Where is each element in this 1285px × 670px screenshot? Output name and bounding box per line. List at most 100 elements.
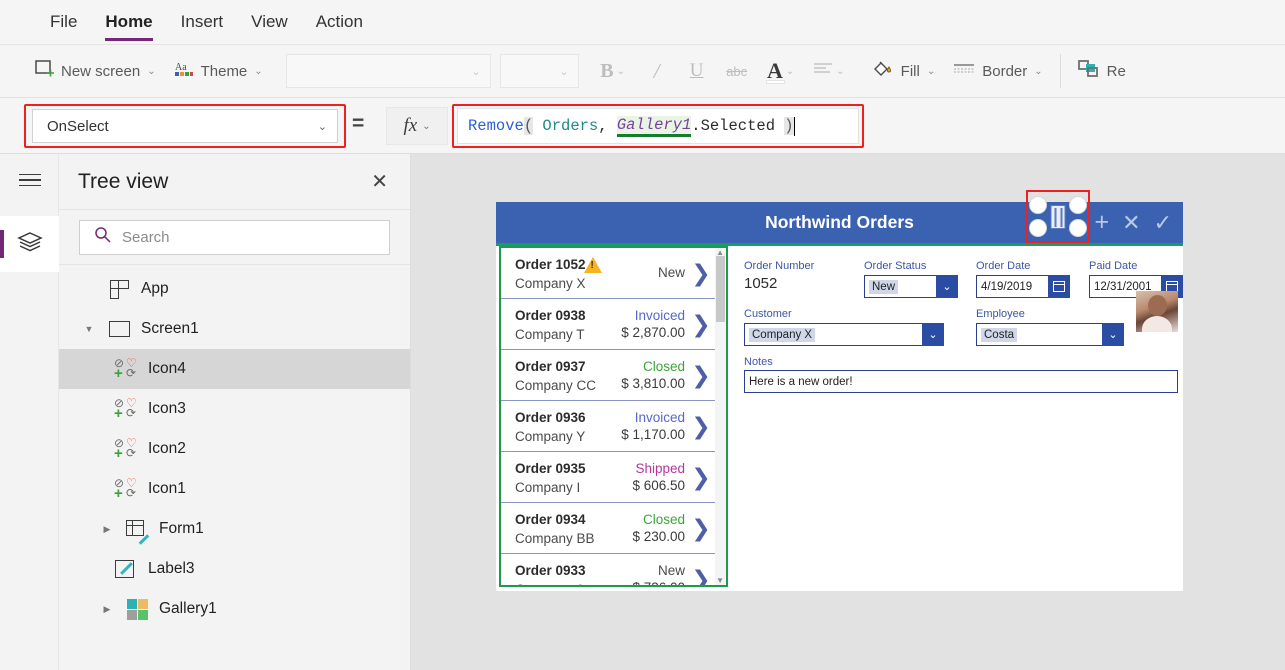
fx-label: fx	[403, 115, 418, 136]
reorder-button[interactable]: Re	[1069, 51, 1135, 91]
chevron-right-icon[interactable]: ❯	[691, 515, 711, 542]
font-color-button[interactable]: A ⌄	[757, 51, 805, 91]
menu-item-file[interactable]: File	[36, 0, 91, 45]
order-date-value: 4/19/2019	[981, 280, 1033, 293]
property-select[interactable]: OnSelect ⌄	[32, 109, 338, 143]
menu-item-home[interactable]: Home	[91, 0, 166, 45]
resize-handle-top-right[interactable]	[1069, 196, 1087, 214]
tree-view-title: Tree view	[78, 169, 169, 193]
align-button[interactable]: ⌄	[805, 51, 853, 91]
gallery-row[interactable]: Order 0934 Company BB Closed $ 230.00 ❯	[501, 503, 715, 554]
calendar-icon[interactable]	[1048, 275, 1070, 298]
resize-handle-bottom-right[interactable]	[1069, 219, 1087, 237]
gallery-row[interactable]: Order 0936 Company Y Invoiced $ 1,170.00…	[501, 401, 715, 452]
order-status-select[interactable]: New ⌄	[864, 275, 958, 298]
chevron-down-icon[interactable]: ⌄	[936, 275, 958, 298]
expander-expand-icon[interactable]: ▶	[99, 604, 115, 615]
gallery-row-status: Closed	[642, 359, 685, 374]
tree-item-icon2[interactable]: ⊘ ♡ + ⟳ Icon2	[59, 429, 410, 469]
tree-item-gallery1[interactable]: ▶ Gallery1	[59, 589, 410, 629]
new-screen-button[interactable]: New screen ⌄	[26, 51, 165, 91]
formula-token-control: Gallery1	[616, 115, 692, 137]
order-date-input[interactable]: 4/19/2019	[976, 275, 1070, 298]
chevron-right-icon[interactable]: ❯	[691, 311, 711, 338]
chevron-down-icon: ⌄	[835, 65, 845, 77]
notes-label: Notes	[744, 356, 773, 368]
fill-button[interactable]: Fill ⌄	[863, 51, 945, 91]
tree-item-icon1[interactable]: ⊘ ♡ + ⟳ Icon1	[59, 469, 410, 509]
font-family-select[interactable]: ⌄	[285, 54, 491, 88]
font-size-select[interactable]: ⌄	[499, 54, 579, 88]
bold-button[interactable]: B ⌄	[589, 51, 637, 91]
theme-label: Theme	[200, 62, 248, 80]
tree-item-icon4[interactable]: ⊘ ♡ + ⟳ Icon4	[59, 349, 410, 389]
border-button[interactable]: Border ⌄	[944, 51, 1051, 91]
tree-item-label3[interactable]: Label3	[59, 549, 410, 589]
tree-item-form1[interactable]: ▶ Form1	[59, 509, 410, 549]
gallery-control[interactable]: Order 1052 Company X New ❯ Order 0938 Co…	[499, 246, 728, 587]
chevron-down-icon[interactable]: ⌄	[922, 323, 944, 346]
chevron-right-icon[interactable]: ❯	[691, 566, 711, 586]
gallery-row-order: Order 0934	[515, 511, 586, 527]
theme-button[interactable]: Aa Theme ⌄	[165, 51, 272, 91]
underline-label: U	[689, 60, 704, 81]
gallery-row-status: New	[657, 264, 685, 280]
bold-label: B	[600, 59, 614, 82]
property-selector-highlight: OnSelect ⌄	[24, 104, 346, 148]
selected-control-trash-icon[interactable]	[1026, 190, 1090, 243]
tree-item-label: Gallery1	[159, 600, 217, 617]
active-indicator	[0, 230, 4, 258]
expander-collapse-icon[interactable]: ▼	[81, 324, 97, 334]
chevron-down-icon[interactable]: ⌄	[1102, 323, 1124, 346]
strikethrough-button[interactable]: abc	[717, 51, 757, 91]
gallery-scrollbar[interactable]: ▲ ▼	[715, 248, 726, 585]
rail-item-tree-view[interactable]	[0, 216, 59, 272]
menu-item-action[interactable]: Action	[302, 0, 377, 45]
layers-icon	[16, 231, 43, 258]
menu-item-insert[interactable]: Insert	[167, 0, 238, 45]
text-caret	[793, 116, 796, 136]
employee-select[interactable]: Costa ⌄	[976, 323, 1124, 346]
hamburger-menu-button[interactable]	[0, 154, 59, 206]
gallery-row[interactable]: Order 0933 Company A New $ 736.00 ❯	[501, 554, 715, 586]
resize-handle-bottom-left[interactable]	[1029, 219, 1047, 237]
scrollbar-thumb[interactable]	[716, 256, 725, 322]
customer-select[interactable]: Company X ⌄	[744, 323, 944, 346]
confirm-icon[interactable]: ✓	[1154, 211, 1172, 234]
tree-item-app[interactable]: App	[59, 269, 410, 309]
gallery-items: Order 1052 Company X New ❯ Order 0938 Co…	[501, 248, 715, 585]
fx-button[interactable]: fx ⌄	[386, 107, 448, 145]
italic-button[interactable]: /	[637, 51, 677, 91]
chevron-right-icon[interactable]: ❯	[691, 362, 711, 389]
chevron-right-icon[interactable]: ❯	[691, 464, 711, 491]
tree-item-label: Icon4	[148, 360, 186, 377]
app-header-actions: + ✕ ✓	[1095, 202, 1172, 243]
chevron-right-icon[interactable]: ❯	[691, 413, 711, 440]
chevron-right-icon[interactable]: ❯	[691, 260, 711, 287]
formula-token-open-paren: (	[523, 117, 534, 135]
notes-input[interactable]: Here is a new order!	[744, 370, 1178, 393]
tree-item-icon3[interactable]: ⊘ ♡ + ⟳ Icon3	[59, 389, 410, 429]
gallery-row-status: Invoiced	[634, 410, 685, 425]
formula-input[interactable]: Remove( Orders, Gallery1 .Selected )	[457, 108, 859, 144]
form-control[interactable]: Order Number 1052 Order Status New ⌄ Ord…	[736, 246, 1183, 591]
gallery-row[interactable]: Order 1052 Company X New ❯	[501, 248, 715, 299]
cancel-icon[interactable]: ✕	[1122, 211, 1140, 234]
expander-expand-icon[interactable]: ▶	[99, 524, 115, 535]
gallery-row-amount: $ 606.50	[632, 478, 685, 493]
scroll-down-icon[interactable]: ▼	[716, 576, 724, 585]
tree-item-label: Form1	[159, 520, 204, 537]
tree-item-screen1[interactable]: ▼ Screen1	[59, 309, 410, 349]
gallery-row[interactable]: Order 0938 Company T Invoiced $ 2,870.00…	[501, 299, 715, 350]
gallery-row[interactable]: Order 0937 Company CC Closed $ 3,810.00 …	[501, 350, 715, 401]
gallery-row-company: Company BB	[515, 530, 595, 546]
underline-button[interactable]: U	[677, 51, 717, 91]
resize-handle-top-left[interactable]	[1029, 196, 1047, 214]
order-number-label: Order Number	[744, 260, 815, 272]
add-icon[interactable]: +	[1095, 210, 1110, 235]
gallery-row[interactable]: Order 0935 Company I Shipped $ 606.50 ❯	[501, 452, 715, 503]
app-canvas[interactable]: Northwind Orders + ✕ ✓ Order 1052! Compa…	[411, 154, 1285, 670]
close-icon[interactable]: ✕	[371, 172, 388, 192]
search-input[interactable]: Search	[79, 219, 390, 255]
menu-item-view[interactable]: View	[237, 0, 302, 45]
